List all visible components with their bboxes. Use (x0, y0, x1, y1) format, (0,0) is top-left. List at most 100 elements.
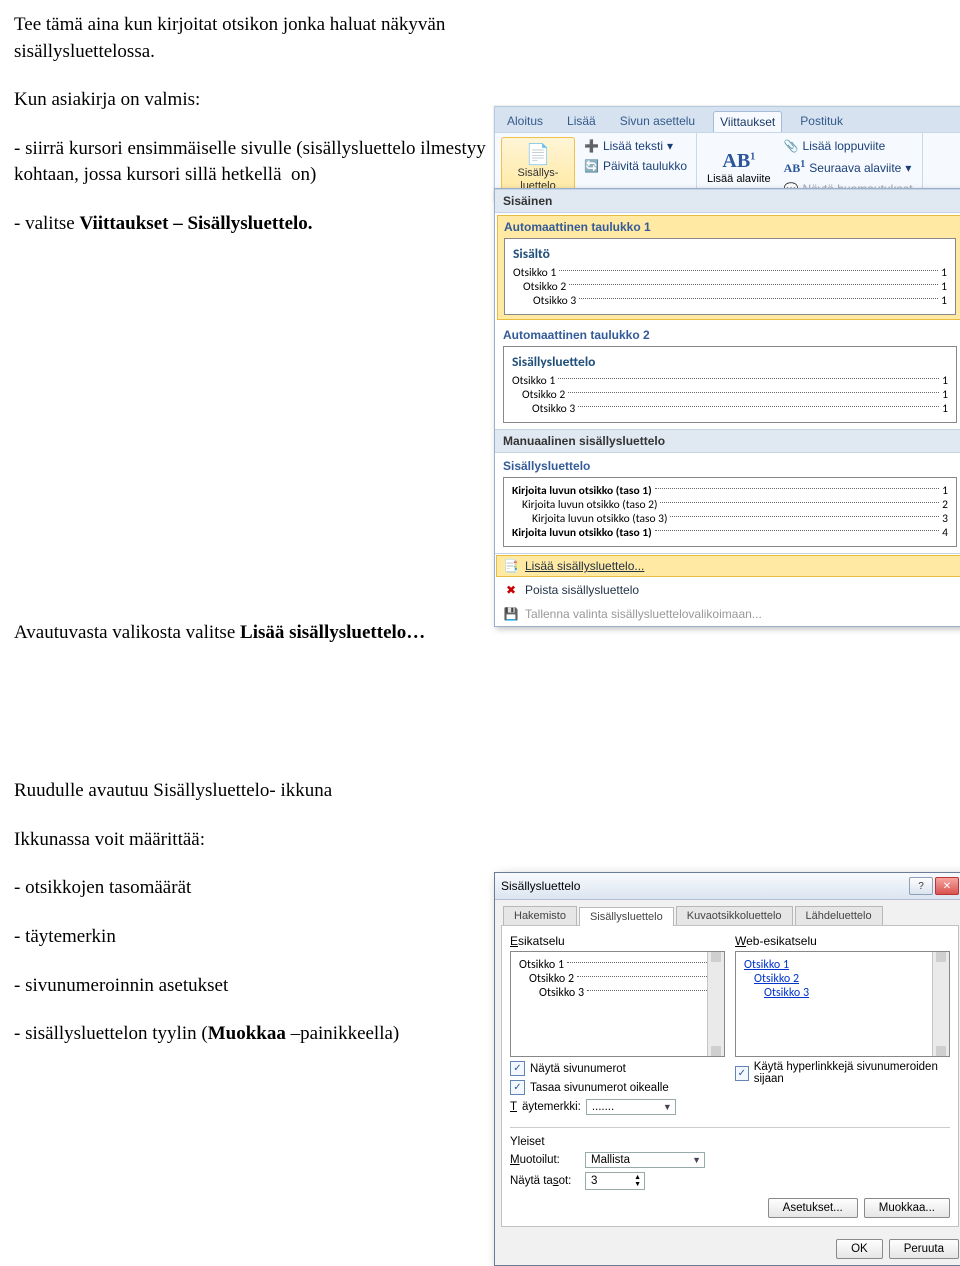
web-link-2[interactable]: Otsikko 2 (754, 972, 799, 986)
line-4-pre: - valitse (14, 213, 79, 234)
button-lisaa-loppuviite-label: Lisää loppuviite (803, 139, 886, 153)
gallery-item-manual-title: Sisällysluettelo (503, 459, 957, 473)
section-yleiset: Yleiset (510, 1136, 950, 1148)
tab-postitukset[interactable]: Postituk (794, 111, 849, 132)
line-5-bold: Lisää sisällysluettelo… (240, 622, 425, 643)
cmd-save-toc-label: Tallenna valinta sisällysluettelovalikoi… (525, 607, 762, 621)
gallery-item-auto1[interactable]: Automaattinen taulukko 1 Sisältö Otsikko… (497, 215, 960, 320)
cmd-remove-toc-label: Poista sisällysluettelo (525, 583, 639, 597)
refresh-icon: 🔄 (584, 159, 599, 173)
dialog-body: Esikatselu Otsikko 11 Otsikko 23 Otsikko… (501, 925, 959, 1227)
dlg-tab-kuvaotsikko[interactable]: Kuvaotsikkoluettelo (676, 906, 793, 925)
gallery-item-manual-preview: Kirjoita luvun otsikko (taso 1)1 Kirjoit… (503, 477, 957, 547)
dialog-tabs: Hakemisto Sisällysluettelo Kuvaotsikkolu… (495, 900, 960, 925)
instruction-text: Tee tämä aina kun kirjoitat otsikon jonk… (14, 12, 514, 1048)
dialog-titlebar: Sisällysluettelo ? ✕ (495, 873, 960, 900)
gallery-item-auto1-preview: Sisältö Otsikko 11 Otsikko 21 Otsikko 31 (504, 238, 956, 315)
left-preview-label: sikatselu (518, 934, 565, 948)
button-lisaa-alaviite-label[interactable]: Lisää alaviite (707, 173, 771, 185)
scrollbar[interactable] (707, 952, 724, 1056)
fill-char-row: Täytemerkki: .......▼ (510, 1099, 725, 1115)
chevron-down-icon: ▾ (905, 161, 911, 175)
toc-dialog: Sisällysluettelo ? ✕ Hakemisto Sisällysl… (494, 872, 960, 1266)
footnote-ab-icon: AB1 (722, 150, 755, 173)
checkbox-icon: ✓ (510, 1061, 525, 1076)
gallery-item-auto2-title: Automaattinen taulukko 2 (503, 328, 957, 342)
help-button[interactable]: ? (909, 877, 933, 895)
cmd-insert-toc[interactable]: 📑 Lisää sisällysluettelo... (496, 555, 960, 577)
endnote-icon: 📎 (784, 139, 799, 153)
gallery-item-manual[interactable]: Sisällysluettelo Kirjoita luvun otsikko … (495, 453, 960, 553)
line-9: - täytemerkin (14, 926, 116, 947)
tab-viittaukset[interactable]: Viittaukset (713, 111, 782, 132)
button-seuraava-alaviite-label: Seuraava alaviite (809, 161, 901, 175)
gallery-item-auto2-preview: Sisällysluettelo Otsikko 11 Otsikko 21 O… (503, 346, 957, 423)
fill-label: äytemerkki: (522, 1101, 581, 1113)
line-4-bold: Viittaukset – Sisällysluettelo. (79, 213, 312, 234)
chevron-down-icon: ▼ (692, 1155, 701, 1165)
dlg-tab-sisallysluettelo[interactable]: Sisällysluettelo (579, 907, 674, 926)
formats-row: Muotoilut: Mallista▼ (510, 1152, 950, 1168)
toc-gallery: Sisäinen Automaattinen taulukko 1 Sisält… (494, 188, 960, 627)
tab-lisaa[interactable]: Lisää (561, 111, 602, 132)
left-preview: Otsikko 11 Otsikko 23 Otsikko 35 (510, 951, 725, 1057)
formats-dropdown[interactable]: Mallista▼ (585, 1152, 705, 1168)
chk-show-pagenumbers[interactable]: ✓ Näytä sivunumerot (510, 1061, 725, 1076)
line-8: - otsikkojen tasomäärät (14, 877, 191, 898)
button-lisaa-loppuviite[interactable]: 📎 Lisää loppuviite (781, 137, 916, 155)
levels-row: Näytä tasot: 3 ▲ ▼ (510, 1172, 950, 1190)
insert-toc-icon: 📑 (503, 559, 519, 573)
cmd-save-toc: 💾 Tallenna valinta sisällysluettelovalik… (495, 602, 960, 626)
line-5-pre: Avautuvasta valikosta valitse (14, 622, 240, 643)
remove-toc-icon: ✖ (503, 583, 519, 597)
gallery-section-manuaalinen: Manuaalinen sisällysluettelo (495, 429, 960, 453)
gallery-item-auto2[interactable]: Automaattinen taulukko 2 Sisällysluettel… (495, 322, 960, 429)
levels-spinner[interactable]: 3 ▲ ▼ (585, 1172, 645, 1190)
button-asetukset[interactable]: Asetukset... (768, 1198, 858, 1218)
line-2: Kun asiakirja on valmis: (14, 89, 200, 110)
toc-icon: 📄 (526, 144, 551, 167)
button-lisaa-teksti[interactable]: ➕ Lisää teksti ▾ (581, 137, 690, 155)
line-7: Ikkunassa voit määrittää: (14, 829, 205, 850)
dialog-footer-buttons: OK Peruuta (495, 1233, 960, 1265)
ribbon-tabs: Aloitus Lisää Sivun asettelu Viittaukset… (495, 107, 960, 132)
checkbox-icon: ✓ (510, 1080, 525, 1095)
button-ok[interactable]: OK (836, 1239, 883, 1259)
button-muokkaa[interactable]: Muokkaa... (864, 1198, 950, 1218)
web-link-3[interactable]: Otsikko 3 (764, 986, 809, 1000)
line-6: Ruudulle avautuu Sisällysluettelo- ikkun… (14, 780, 332, 801)
line-1: Tee tämä aina kun kirjoitat otsikon jonk… (14, 14, 445, 62)
checkbox-icon: ✓ (735, 1066, 749, 1081)
chk-align-right[interactable]: ✓ Tasaa sivunumerot oikealle (510, 1080, 725, 1095)
tab-aloitus[interactable]: Aloitus (501, 111, 549, 132)
web-link-1[interactable]: Otsikko 1 (744, 958, 789, 972)
cmd-insert-toc-label: Lisää sisällysluettelo... (525, 559, 644, 573)
scrollbar[interactable] (932, 952, 949, 1056)
button-paivita-taulukko-label: Päivitä taulukko (603, 159, 687, 173)
chk-hyperlinks[interactable]: ✓ Käytä hyperlinkkejä sivunumeroiden sij… (735, 1061, 950, 1085)
gallery-item-auto1-title: Automaattinen taulukko 1 (504, 220, 956, 234)
tab-sivun-asettelu[interactable]: Sivun asettelu (614, 111, 701, 132)
spin-down-icon[interactable]: ▼ (634, 1181, 641, 1188)
dialog-title: Sisällysluettelo (501, 879, 580, 893)
button-paivita-taulukko[interactable]: 🔄 Päivitä taulukko (581, 157, 690, 175)
fill-dropdown[interactable]: .......▼ (586, 1099, 676, 1115)
gallery-section-sisainen: Sisäinen (495, 189, 960, 213)
right-preview: Otsikko 1 Otsikko 2 Otsikko 3 (735, 951, 950, 1057)
spin-up-icon[interactable]: ▲ (634, 1174, 641, 1181)
button-lisaa-teksti-label: Lisää teksti (603, 139, 663, 153)
line-3: - siirrä kursori ensimmäiselle sivulle (… (14, 138, 486, 186)
close-button[interactable]: ✕ (935, 877, 959, 895)
divider (510, 1127, 950, 1128)
button-seuraava-alaviite[interactable]: AB1 Seuraava alaviite ▾ (781, 157, 916, 178)
next-footnote-icon: AB1 (784, 159, 806, 176)
right-preview-label: eb-esikatselu (746, 934, 817, 948)
button-peruuta[interactable]: Peruuta (889, 1239, 959, 1259)
line-10: - sivunumeroinnin asetukset (14, 975, 228, 996)
dlg-tab-lahdeluettelo[interactable]: Lähdeluettelo (795, 906, 883, 925)
dlg-tab-hakemisto[interactable]: Hakemisto (503, 906, 577, 925)
chevron-down-icon: ▼ (663, 1102, 672, 1112)
line-11-pre: - sisällysluettelon tyylin ( (14, 1023, 208, 1044)
cmd-remove-toc[interactable]: ✖ Poista sisällysluettelo (495, 578, 960, 602)
save-toc-icon: 💾 (503, 607, 519, 621)
